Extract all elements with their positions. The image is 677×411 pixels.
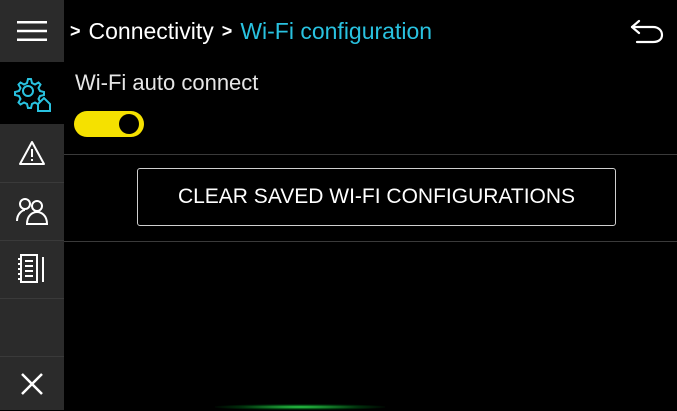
close-icon [21, 373, 43, 395]
clear-saved-wifi-button[interactable]: CLEAR SAVED WI-FI CONFIGURATIONS [137, 168, 616, 226]
divider [64, 241, 677, 242]
back-button[interactable] [629, 18, 665, 49]
warning-icon [19, 141, 45, 165]
settings-home-icon [14, 78, 51, 112]
breadcrumb-item-connectivity[interactable]: Connectivity [89, 18, 214, 45]
wifi-auto-connect-label: Wi-Fi auto connect [75, 70, 259, 95]
divider [64, 154, 677, 155]
menu-button[interactable] [0, 0, 64, 62]
wifi-auto-connect-toggle[interactable] [74, 111, 144, 137]
menu-icon [17, 21, 47, 41]
users-icon [16, 198, 49, 225]
notebook-icon [18, 254, 44, 283]
breadcrumb-chevron: > [221, 20, 233, 41]
breadcrumb-item-wifi-configuration: Wi-Fi configuration [240, 17, 433, 44]
close-button[interactable] [0, 356, 64, 411]
breadcrumb-chevron: > [70, 20, 81, 41]
sidebar-item-alerts[interactable] [0, 124, 64, 183]
status-glow [215, 404, 385, 410]
sidebar-item-settings[interactable] [0, 62, 64, 124]
breadcrumb: > Connectivity > Wi-Fi configuration [64, 18, 432, 45]
sidebar [0, 0, 64, 410]
sidebar-item-logbook[interactable] [0, 240, 64, 299]
toggle-knob [119, 114, 139, 134]
back-arrow-icon [630, 19, 664, 44]
header: > Connectivity > Wi-Fi configuration [64, 0, 677, 62]
sidebar-item-users[interactable] [0, 182, 64, 241]
